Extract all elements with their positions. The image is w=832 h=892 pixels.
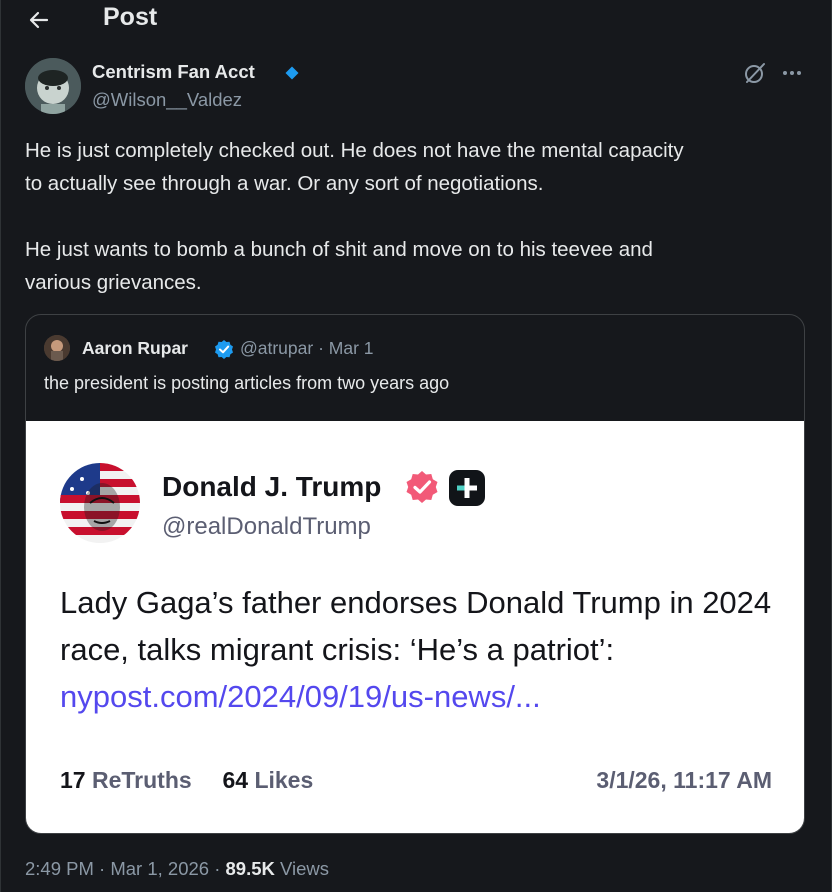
blue-check-icon — [215, 340, 233, 359]
arrow-left-icon — [29, 11, 49, 29]
author-avatar[interactable] — [25, 58, 81, 114]
quote-image-truth-social[interactable]: Donald J. Trump @realDonaldTrump Lady Ga… — [26, 421, 804, 833]
diamond-verified-icon — [285, 66, 299, 80]
more-horizontal-icon[interactable] — [781, 62, 803, 84]
likes-count: 64 — [222, 767, 249, 793]
post-timestamp-views: 2:49 PM · Mar 1, 2026 · 89.5K Views — [25, 858, 329, 880]
plus-badge-icon — [449, 470, 485, 506]
post-text: He is just completely checked out. He do… — [25, 139, 684, 294]
quote-text: the president is posting articles from t… — [44, 373, 450, 393]
quote-author-avatar[interactable] — [44, 335, 70, 361]
retruths-label: ReTruths — [91, 767, 192, 793]
truth-author-avatar — [60, 463, 140, 543]
back-button[interactable] — [25, 6, 53, 34]
truth-link: nypost.com/2024/09/19/us-news/... — [60, 679, 541, 714]
author-handle[interactable]: @Wilson__Valdez — [92, 89, 242, 111]
views-count: 89.5K — [225, 858, 275, 879]
truth-stats: 17 ReTruths 64 Likes — [60, 767, 313, 794]
retruths-count: 17 — [60, 767, 86, 793]
likes-label: Likes — [254, 767, 314, 793]
post-page: Post Centrism Fan Acct @Wilson__Valdez H… — [0, 0, 832, 892]
pink-badge-icon — [406, 471, 438, 503]
grok-icon[interactable] — [743, 61, 767, 85]
page-title: Post — [103, 3, 158, 31]
author-name[interactable]: Centrism Fan Acct — [92, 61, 255, 83]
truth-date: 3/1/26, 11:17 AM — [596, 767, 772, 793]
truth-body-text: Lady Gaga’s father endorses Donald Trump… — [60, 585, 772, 667]
quote-author-name[interactable]: Aaron Rupar — [82, 338, 188, 359]
quote-handle-date: @atrupar · Mar 1 — [240, 338, 374, 358]
truth-author-handle: @realDonaldTrump — [162, 513, 371, 540]
page-header: Post — [1, 0, 832, 40]
views-label: Views — [274, 858, 330, 879]
truth-author-name: Donald J. Trump — [162, 471, 382, 502]
post-time-date[interactable]: 2:49 PM · Mar 1, 2026 · — [25, 858, 226, 879]
quoted-post[interactable]: Aaron Rupar @atrupar · Mar 1 the preside… — [25, 314, 805, 834]
truth-body: Lady Gaga’s father endorses Donald Trump… — [60, 579, 780, 720]
